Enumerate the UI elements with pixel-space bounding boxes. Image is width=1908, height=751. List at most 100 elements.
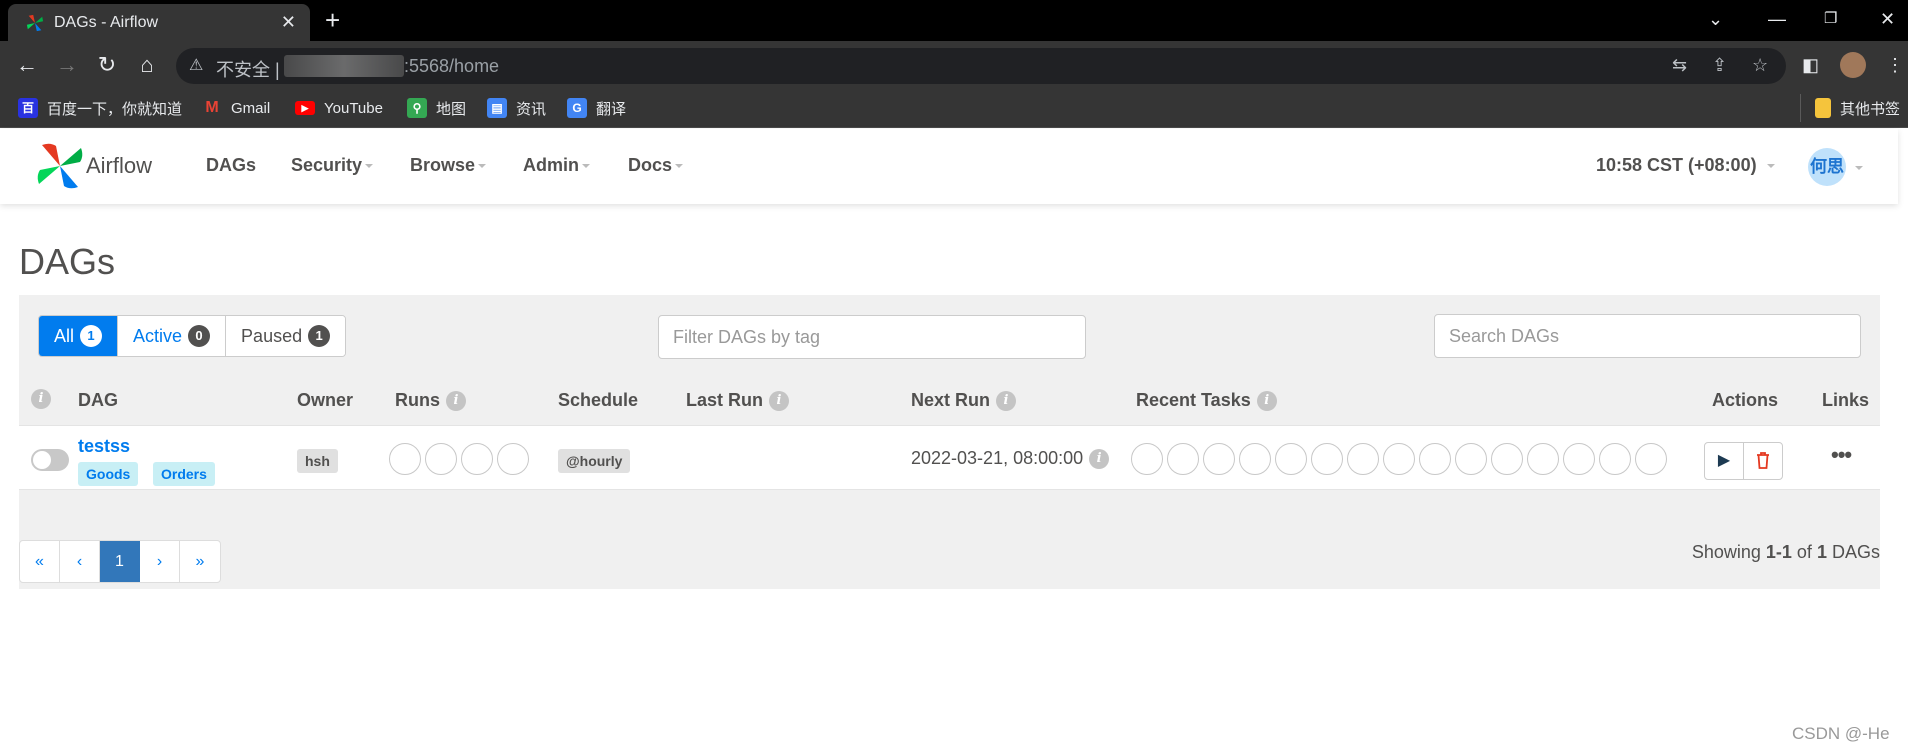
first-page-button[interactable]: « <box>20 541 60 582</box>
status-circle[interactable] <box>1131 443 1163 475</box>
bookmark-maps[interactable]: ⚲ 地图 <box>407 96 466 120</box>
status-circle[interactable] <box>1275 443 1307 475</box>
col-owner[interactable]: Owner <box>297 390 353 411</box>
bookmark-youtube[interactable]: ▶ YouTube <box>295 96 383 120</box>
url-text: :5568/home <box>404 56 500 76</box>
bookmark-news[interactable]: ▤ 资讯 <box>487 96 546 120</box>
address-bar[interactable]: ⚠ 不安全 | :5568/home <box>176 48 1786 84</box>
status-circle[interactable] <box>461 443 493 475</box>
col-recent-tasks: Recent Tasks i <box>1136 390 1277 412</box>
tab-search-icon[interactable]: ⌄ <box>1708 9 1723 29</box>
status-circle[interactable] <box>1455 443 1487 475</box>
col-dag[interactable]: DAG <box>78 390 118 411</box>
status-circle[interactable] <box>497 443 529 475</box>
status-circle[interactable] <box>1239 443 1271 475</box>
status-circle[interactable] <box>1383 443 1415 475</box>
schedule-label[interactable]: @hourly <box>558 449 631 473</box>
filter-paused-button[interactable]: Paused 1 <box>226 316 346 356</box>
status-circle[interactable] <box>1167 443 1199 475</box>
news-icon: ▤ <box>487 98 507 118</box>
more-links-icon[interactable]: ••• <box>1831 442 1852 468</box>
col-runs: Runs i <box>395 390 466 412</box>
info-icon[interactable]: i <box>1089 449 1110 470</box>
filter-active-button[interactable]: Active 0 <box>118 316 227 356</box>
reload-icon[interactable]: ↻ <box>92 50 122 80</box>
status-circle[interactable] <box>1527 443 1559 475</box>
close-tab-icon[interactable]: ✕ <box>281 12 296 33</box>
info-icon[interactable]: i <box>996 391 1017 412</box>
nav-docs[interactable]: Docs <box>628 155 684 176</box>
translate-icon: G <box>567 98 587 118</box>
watermark: CSDN @-He <box>1792 724 1890 743</box>
filter-all-button[interactable]: All 1 <box>39 316 119 356</box>
owner-label[interactable]: hsh <box>297 449 338 473</box>
dag-id-link[interactable]: testss <box>78 436 130 457</box>
dag-tag-orders[interactable]: Orders <box>153 462 215 486</box>
trigger-dag-button[interactable]: ▶ <box>1704 442 1744 480</box>
nav-admin[interactable]: Admin <box>523 155 590 176</box>
baidu-icon: 百 <box>18 98 38 118</box>
info-icon[interactable]: i <box>31 388 51 410</box>
dag-tag-goods[interactable]: Goods <box>78 462 139 486</box>
gmail-icon: M <box>205 99 219 116</box>
last-page-button[interactable]: » <box>180 541 220 582</box>
translate-page-icon[interactable]: ⇆ <box>1672 55 1687 76</box>
showing-count: Showing 1-1 of 1 DAGs <box>1691 542 1880 562</box>
bookmarks-bar: 百百度一下，你就知道 M Gmail ▶ YouTube ⚲ 地图 ▤ 资讯 G 翻译 其… <box>0 88 1908 128</box>
pagination: « ‹ 1 › » <box>19 540 221 583</box>
info-icon[interactable]: i <box>769 391 790 412</box>
forward-icon[interactable]: → <box>52 50 82 80</box>
status-circle[interactable] <box>1203 443 1235 475</box>
pause-toggle[interactable] <box>31 449 69 471</box>
chrome-menu-icon[interactable]: ⋮ <box>1886 55 1904 76</box>
bookmark-star-icon[interactable]: ☆ <box>1752 55 1768 76</box>
youtube-icon: ▶ <box>295 101 315 115</box>
prev-page-button[interactable]: ‹ <box>60 541 100 582</box>
delete-dag-button[interactable] <box>1743 442 1783 480</box>
warning-icon[interactable]: ⚠ <box>189 55 203 75</box>
user-avatar[interactable]: 何思 <box>1808 148 1846 186</box>
bookmark-baidu[interactable]: 百百度一下，你就知道 <box>18 96 182 120</box>
airflow-brand[interactable]: Airflow <box>86 153 152 179</box>
nav-security[interactable]: Security <box>291 155 374 176</box>
nav-browse[interactable]: Browse <box>410 155 487 176</box>
chevron-down-icon <box>1766 164 1775 169</box>
chevron-down-icon <box>582 164 590 169</box>
status-circle[interactable] <box>1311 443 1343 475</box>
home-icon[interactable]: ⌂ <box>132 50 162 80</box>
share-icon[interactable]: ⇪ <box>1712 55 1727 76</box>
info-icon[interactable]: i <box>1256 391 1277 412</box>
status-filter-group: All 1 Active 0 Paused 1 <box>38 315 347 357</box>
page-1-button[interactable]: 1 <box>100 541 140 582</box>
status-circle[interactable] <box>1491 443 1523 475</box>
status-circle[interactable] <box>1419 443 1451 475</box>
status-circle[interactable] <box>425 443 457 475</box>
profile-avatar[interactable] <box>1840 52 1866 78</box>
info-icon[interactable]: i <box>446 391 466 412</box>
status-circle[interactable] <box>1599 443 1631 475</box>
status-circle[interactable] <box>1563 443 1595 475</box>
browser-tab[interactable]: DAGs - Airflow ✕ <box>8 4 310 41</box>
restore-icon[interactable]: ❐ <box>1824 9 1837 29</box>
chevron-down-icon[interactable] <box>1855 166 1863 170</box>
next-page-button[interactable]: › <box>140 541 180 582</box>
status-circle[interactable] <box>389 443 421 475</box>
bookmark-gmail[interactable]: M Gmail <box>202 96 270 120</box>
bookmark-translate[interactable]: G 翻译 <box>567 96 626 120</box>
window-close-icon[interactable]: ✕ <box>1880 9 1895 29</box>
airflow-logo-icon[interactable] <box>36 142 84 190</box>
nav-dags[interactable]: DAGs <box>206 155 256 176</box>
search-dags-input[interactable] <box>1434 314 1861 358</box>
bookmark-other[interactable]: 其他书签 <box>1815 96 1900 120</box>
folder-icon <box>1815 98 1831 118</box>
status-circle[interactable] <box>1347 443 1379 475</box>
status-circle[interactable] <box>1635 443 1667 475</box>
side-panel-icon[interactable]: ◧ <box>1802 55 1819 76</box>
airflow-navbar: Airflow DAGs Security Browse Admin Docs … <box>0 129 1898 204</box>
minimize-icon[interactable]: — <box>1768 9 1786 29</box>
page-title: DAGs <box>19 241 116 282</box>
tag-filter-input[interactable] <box>658 315 1086 359</box>
timezone-clock[interactable]: 10:58 CST (+08:00) <box>1596 155 1775 176</box>
new-tab-icon[interactable]: + <box>325 6 340 34</box>
back-icon[interactable]: ← <box>12 50 42 80</box>
